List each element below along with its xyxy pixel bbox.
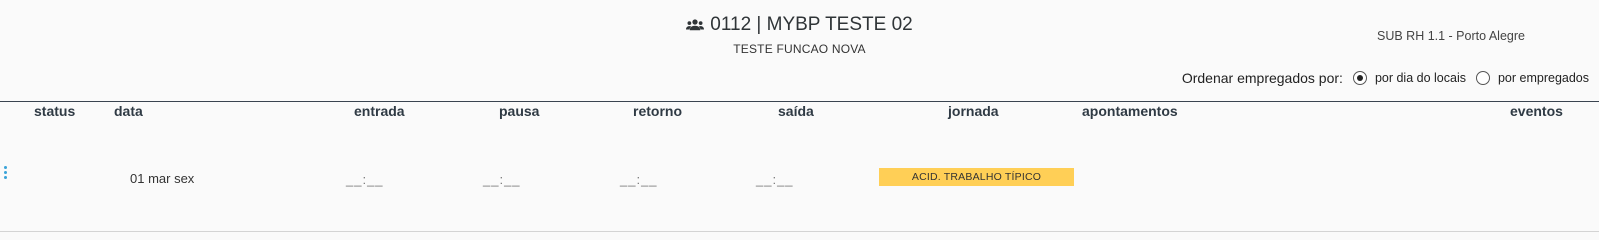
row-pausa[interactable]: __:__ [483, 172, 521, 187]
sort-options: Ordenar empregados por: por dia do locai… [1182, 70, 1589, 86]
sort-radio-por-empregados[interactable] [1475, 71, 1490, 85]
sort-option-por-dia[interactable]: por dia do locais [1375, 71, 1466, 85]
sort-option-por-empregados[interactable]: por empregados [1498, 71, 1589, 85]
jornada-badge: ACID. TRABALHO TÍPICO [879, 168, 1074, 186]
col-jornada: jornada [948, 103, 999, 119]
col-pausa: pausa [499, 103, 540, 119]
col-saida: saída [778, 103, 814, 119]
sort-label: Ordenar empregados por: [1181, 70, 1343, 86]
sort-radio-por-dia[interactable] [1352, 71, 1367, 85]
col-status: status [34, 103, 76, 119]
location-label: SUB RH 1.1 - Porto Alegre [1377, 29, 1525, 43]
header-divider [0, 101, 1599, 102]
row-retorno[interactable]: __:__ [620, 172, 658, 187]
row-entrada[interactable]: __:__ [346, 172, 384, 187]
col-data: data [114, 103, 143, 119]
col-retorno: retorno [633, 103, 682, 119]
page-subtitle: TESTE FUNCAO NOVA [733, 42, 866, 56]
title-text: 0112 | MYBP TESTE 02 [710, 14, 913, 35]
col-eventos: eventos [1510, 103, 1563, 119]
page-title: 0112 | MYBP TESTE 02 [0, 14, 1599, 36]
users-icon [686, 19, 705, 31]
row-date: 01 mar sex [130, 171, 195, 186]
row-menu-icon[interactable] [3, 166, 9, 181]
row-divider [0, 231, 1599, 232]
col-apontamentos: apontamentos [1082, 103, 1178, 119]
row-saida[interactable]: __:__ [756, 172, 794, 187]
col-entrada: entrada [354, 103, 405, 119]
